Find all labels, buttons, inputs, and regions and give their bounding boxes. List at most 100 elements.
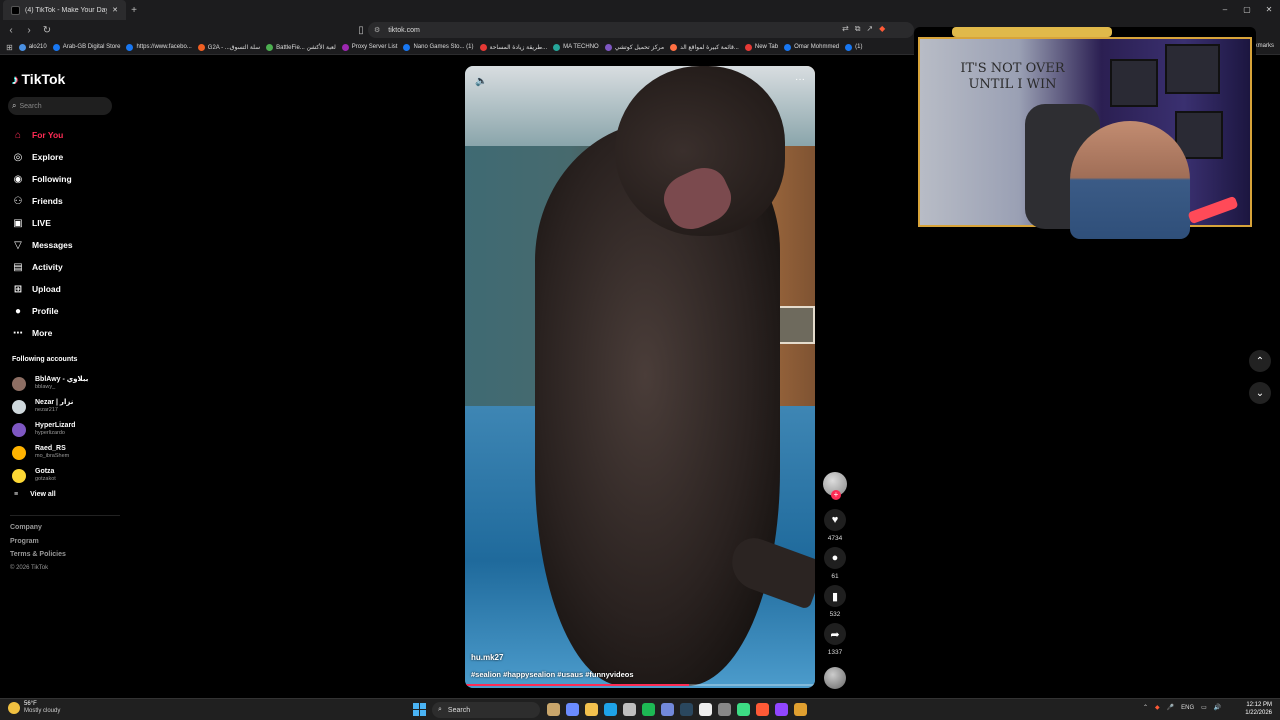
view-all-button[interactable]: ≡ View all [14,491,56,498]
video-more-icon[interactable]: ··· [795,74,805,85]
bookmark-item[interactable]: G2A - ...سلة التسوق [197,43,260,51]
chevron-up-icon[interactable]: ⌃ [1143,704,1148,711]
video-player[interactable]: 🔈 ··· hu.mk27 #sealion #happysealion #us… [465,66,815,688]
list-icon: ≡ [14,491,19,498]
taskbar-clock[interactable]: 12:12 PM 1/22/2026 [1245,701,1272,717]
video-author[interactable]: hu.mk27 [471,653,503,662]
comment-count: 61 [831,573,839,580]
following-account[interactable]: BblAwy - ببلاوي bblawy_ [12,372,88,395]
volume-icon[interactable]: 🔊 [1214,704,1221,711]
following-account[interactable]: Gotza gotzakot [12,464,88,487]
footer-link-terms[interactable]: Terms & Policies [10,551,66,565]
search-input[interactable]: ⌕ Search [8,97,112,115]
edge-browser-icon[interactable] [604,703,617,716]
window-controls: – ▢ ✕ [1214,0,1280,20]
bookmark-item[interactable]: Nano Games Sto... (1) [403,43,474,51]
volume-icon[interactable]: 🔈 [475,76,487,87]
address-bar[interactable]: ⚙ tiktok.com [368,22,914,38]
settings-icon[interactable] [718,703,731,716]
app-icon[interactable] [794,703,807,716]
translate-icon[interactable]: ⇄ [842,24,849,34]
save-button[interactable]: ▮ 532 [820,585,850,623]
menu-item-following[interactable]: ◉ Following [12,168,73,190]
menu-item-live[interactable]: ▣ LIVE [12,212,73,234]
bookmark-item[interactable]: BattleFie... لعبة الأكشن [266,43,336,51]
back-icon[interactable]: ‹ [4,25,18,36]
app-icon[interactable] [699,703,712,716]
bookmark-item[interactable]: Omar Mohmmed [784,43,839,51]
sound-avatar[interactable] [824,667,846,689]
tray-app-icon[interactable]: ◆ [1155,704,1160,711]
bookmark-item[interactable]: طريقة زيادة المساحة... [479,43,547,51]
bookmark-page-icon[interactable]: ▯ [354,25,368,36]
bookmark-item[interactable]: New Tab [744,43,778,51]
creator-avatar[interactable]: + [823,472,847,500]
bookmark-item[interactable]: قائمة كبيرة لمواقع الد... [670,43,739,51]
following-account[interactable]: HyperLizard hyperlizardo [12,418,88,441]
forward-icon[interactable]: › [22,25,36,36]
tiktok-logo[interactable]: ♪ TikTok [12,71,65,87]
menu-item-upload[interactable]: ⊞ Upload [12,278,73,300]
copilot-app-icon[interactable] [566,703,579,716]
share-icon[interactable]: ↗ [866,24,873,34]
comment-icon: ● [824,547,846,569]
new-tab-button[interactable]: + [126,5,142,16]
video-scene-window [775,306,815,344]
steam-icon[interactable] [680,703,693,716]
account-handle: bblawy_ [35,384,56,390]
follow-plus-icon[interactable]: + [831,490,841,500]
site-info-icon[interactable]: ⚙ [374,26,380,34]
obs-app-icon[interactable] [775,703,788,716]
minimize-button[interactable]: – [1214,0,1236,20]
store-app-icon[interactable] [623,703,636,716]
video-hashtags[interactable]: #sealion #happysealion #usaus #funnyvide… [471,670,634,679]
webcam-wall-text: IT'S NOT OVER UNTIL I WIN [960,61,1065,92]
file-explorer-icon[interactable] [585,703,598,716]
bookmark-item[interactable]: مركز تحميل كوتشي [604,43,664,51]
following-account[interactable]: Raed_RS mo_ibraShem [12,441,88,464]
bookmark-item[interactable]: MA TECHNO [553,43,599,51]
brave-browser-icon[interactable] [756,703,769,716]
spotify-icon[interactable] [642,703,655,716]
previous-video-button[interactable]: ⌃ [1249,350,1271,372]
next-video-button[interactable]: ⌄ [1249,382,1271,404]
language-indicator[interactable]: ENG [1181,705,1194,711]
menu-item-messages[interactable]: ▽ Messages [12,234,73,256]
bookmark-item[interactable]: Arab-GB Digital Store [52,43,120,51]
like-button[interactable]: ♥ 4734 [820,509,850,547]
bookmark-item[interactable]: alo210 [18,43,47,51]
bookmark-item[interactable]: Proxy Server List [341,43,397,51]
following-account[interactable]: Nezar | نزار nezar217 [12,395,88,418]
microphone-icon[interactable]: 🎤 [1167,704,1174,711]
reload-icon[interactable]: ↻ [40,25,54,36]
discord-icon[interactable] [661,703,674,716]
widgets-app-icon[interactable] [547,703,560,716]
apps-grid-icon[interactable]: ⊞ [6,43,13,52]
bookmark-item[interactable]: https://www.facebo... [126,43,192,51]
share-button[interactable]: ➦ 1337 [820,623,850,661]
menu-item-explore[interactable]: ◎ Explore [12,146,73,168]
close-window-button[interactable]: ✕ [1258,0,1280,20]
weather-widget[interactable]: 56°F Mostly cloudy [8,701,60,715]
menu-item-more[interactable]: ⋯ More [12,322,73,344]
open-in-icon[interactable]: ⧉ [855,24,861,34]
search-icon: ⌕ [12,101,17,110]
menu-item-profile[interactable]: ● Profile [12,300,73,322]
comment-button[interactable]: ● 61 [820,547,850,585]
menu-item-activity[interactable]: ▤ Activity [12,256,73,278]
video-progress-bar[interactable] [465,684,815,686]
clock-date: 1/22/2026 [1245,710,1272,716]
menu-item-for-you[interactable]: ⌂ For You [12,124,73,146]
close-tab-icon[interactable]: ✕ [112,6,118,14]
start-button[interactable] [413,703,426,716]
app-icon[interactable] [737,703,750,716]
shield-icon[interactable]: ◆ [879,24,885,34]
bookmark-item[interactable]: (1) [845,43,862,51]
menu-item-friends[interactable]: ⚇ Friends [12,190,73,212]
taskbar-search[interactable]: ⌕ Search [432,702,540,718]
maximize-button[interactable]: ▢ [1236,0,1258,20]
browser-tab-tiktok[interactable]: (4) TikTok - Make Your Day ✕ [3,0,126,20]
network-icon[interactable]: ▭ [1201,704,1207,711]
footer-link-program[interactable]: Program [10,538,66,552]
footer-link-company[interactable]: Company [10,524,66,538]
